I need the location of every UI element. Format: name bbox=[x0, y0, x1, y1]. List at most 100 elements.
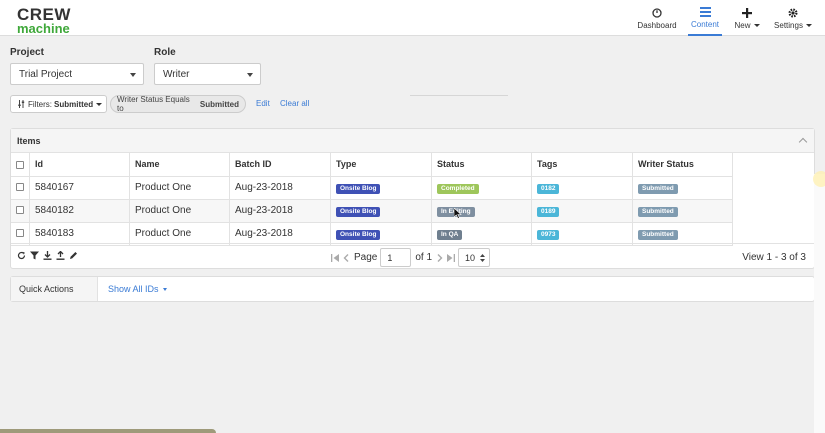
nav-dashboard-label: Dashboard bbox=[637, 20, 677, 30]
refresh-icon[interactable] bbox=[17, 251, 26, 263]
project-select[interactable]: Trial Project bbox=[10, 63, 144, 85]
type-badge: Onsite Blog bbox=[336, 206, 381, 217]
prev-page-icon[interactable] bbox=[343, 253, 349, 262]
chevron-down-icon bbox=[163, 288, 168, 292]
cell-status: In Editing bbox=[431, 199, 532, 223]
download-icon[interactable] bbox=[43, 251, 52, 263]
chevron-down-icon bbox=[130, 73, 136, 77]
gear-icon bbox=[788, 7, 798, 20]
status-badge: In QA bbox=[437, 229, 463, 240]
cell-writer-status: Submitted bbox=[632, 199, 733, 223]
pencil-icon[interactable] bbox=[69, 251, 78, 263]
cell-name: Product One bbox=[129, 199, 230, 223]
column-header-type[interactable]: Type bbox=[330, 153, 432, 177]
crew-machine-logo[interactable]: CREW machine bbox=[17, 6, 71, 35]
writer-status-badge: Submitted bbox=[638, 183, 678, 194]
cell-tags: 0189 bbox=[531, 199, 633, 223]
chevron-down-icon bbox=[96, 102, 103, 106]
column-header-id[interactable]: Id bbox=[29, 153, 130, 177]
type-badge: Onsite Blog bbox=[336, 183, 381, 194]
page-number-input[interactable]: 1 bbox=[380, 248, 412, 267]
tag-badge[interactable]: 0182 bbox=[537, 183, 560, 194]
cursor-highlight bbox=[813, 171, 825, 187]
tag-badge[interactable]: 0973 bbox=[537, 229, 560, 240]
filters-chip-value: Submitted bbox=[54, 99, 94, 109]
filter-pill-value: Submitted bbox=[199, 99, 239, 109]
items-panel: Items Id Name Batch ID Type Status Tags … bbox=[10, 128, 815, 269]
edit-filter-link[interactable]: Edit bbox=[256, 99, 270, 108]
nav-new[interactable]: New bbox=[731, 0, 763, 36]
filter-icon[interactable] bbox=[30, 251, 39, 263]
column-header-status[interactable]: Status bbox=[431, 153, 532, 177]
column-header-batch-id[interactable]: Batch ID bbox=[229, 153, 331, 177]
cell-id: 5840182 bbox=[29, 199, 130, 223]
upload-icon[interactable] bbox=[56, 250, 65, 263]
show-all-ids-link[interactable]: Show All IDs bbox=[108, 284, 168, 294]
cell-type: Onsite Blog bbox=[330, 176, 432, 200]
column-header-tags[interactable]: Tags bbox=[531, 153, 633, 177]
table-row[interactable]: 5840182 Product One Aug-23-2018 Onsite B… bbox=[11, 199, 733, 223]
chevron-down-icon bbox=[805, 23, 812, 27]
next-page-icon[interactable] bbox=[437, 253, 443, 262]
select-all-checkbox[interactable] bbox=[16, 160, 24, 169]
cell-batch-id: Aug-23-2018 bbox=[229, 222, 331, 246]
tag-badge[interactable]: 0189 bbox=[537, 206, 560, 217]
filters-dropdown-button[interactable]: Filters: Submitted bbox=[10, 95, 107, 113]
top-header: CREW machine Dashboard Content New Setti… bbox=[0, 0, 825, 36]
logo-line2: machine bbox=[17, 21, 70, 36]
plus-icon bbox=[742, 7, 752, 20]
chevron-down-icon bbox=[247, 73, 253, 77]
first-page-icon[interactable] bbox=[331, 253, 340, 262]
cell-status: Completed bbox=[431, 176, 532, 200]
nav-settings[interactable]: Settings bbox=[772, 0, 814, 36]
quick-actions-label: Quick Actions bbox=[11, 277, 98, 301]
show-all-ids-label: Show All IDs bbox=[108, 284, 159, 294]
cell-id: 5840183 bbox=[29, 222, 130, 246]
cell-tags: 0973 bbox=[531, 222, 633, 246]
page-label: Page bbox=[354, 252, 378, 263]
role-select[interactable]: Writer bbox=[154, 63, 261, 85]
filter-sliders-icon bbox=[18, 100, 25, 108]
cell-tags: 0182 bbox=[531, 176, 633, 200]
page-size-select[interactable]: 10 bbox=[458, 248, 491, 267]
page-count-label: of 1 bbox=[415, 252, 433, 263]
chevron-up-icon[interactable] bbox=[798, 137, 808, 147]
chevron-down-icon bbox=[753, 23, 760, 27]
type-badge: Onsite Blog bbox=[336, 229, 381, 240]
writer-status-badge: Submitted bbox=[638, 229, 678, 240]
filter-pill-prefix: Writer Status Equals to bbox=[117, 95, 190, 113]
cell-id: 5840167 bbox=[29, 176, 130, 200]
clear-all-link[interactable]: Clear all bbox=[280, 99, 309, 108]
page-navigation: Page 1 of 1 10 bbox=[331, 248, 491, 267]
nav-content[interactable]: Content bbox=[688, 0, 722, 36]
table-row[interactable]: 5840183 Product One Aug-23-2018 Onsite B… bbox=[11, 222, 733, 246]
nav-dashboard[interactable]: Dashboard bbox=[636, 0, 678, 36]
nav-new-label: New bbox=[734, 20, 751, 30]
project-label: Project bbox=[10, 47, 44, 58]
role-label: Role bbox=[154, 47, 176, 58]
active-filter-pill[interactable]: Writer Status Equals to Submitted bbox=[110, 95, 246, 113]
table-row[interactable]: 5840167 Product One Aug-23-2018 Onsite B… bbox=[11, 176, 733, 200]
column-header-writer-status[interactable]: Writer Status bbox=[632, 153, 733, 177]
role-select-value: Writer bbox=[163, 68, 190, 80]
row-select-cell bbox=[11, 176, 30, 200]
page-size-value: 10 bbox=[465, 252, 476, 263]
cell-type: Onsite Blog bbox=[330, 222, 432, 246]
cell-writer-status: Submitted bbox=[632, 176, 733, 200]
row-checkbox[interactable] bbox=[16, 183, 24, 192]
cell-name: Product One bbox=[129, 176, 230, 200]
status-badge: Completed bbox=[437, 183, 479, 194]
column-header-name[interactable]: Name bbox=[129, 153, 230, 177]
cell-type: Onsite Blog bbox=[330, 199, 432, 223]
items-table: Id Name Batch ID Type Status Tags Writer… bbox=[11, 153, 733, 246]
items-panel-header[interactable]: Items bbox=[11, 129, 814, 153]
updown-icon bbox=[480, 253, 486, 262]
select-all-cell bbox=[11, 153, 30, 177]
last-page-icon[interactable] bbox=[446, 253, 456, 262]
row-select-cell bbox=[11, 199, 30, 223]
row-checkbox[interactable] bbox=[16, 229, 24, 238]
cell-writer-status: Submitted bbox=[632, 222, 733, 246]
row-checkbox[interactable] bbox=[16, 206, 24, 215]
nav-settings-label: Settings bbox=[774, 20, 803, 30]
cell-name: Product One bbox=[129, 222, 230, 246]
